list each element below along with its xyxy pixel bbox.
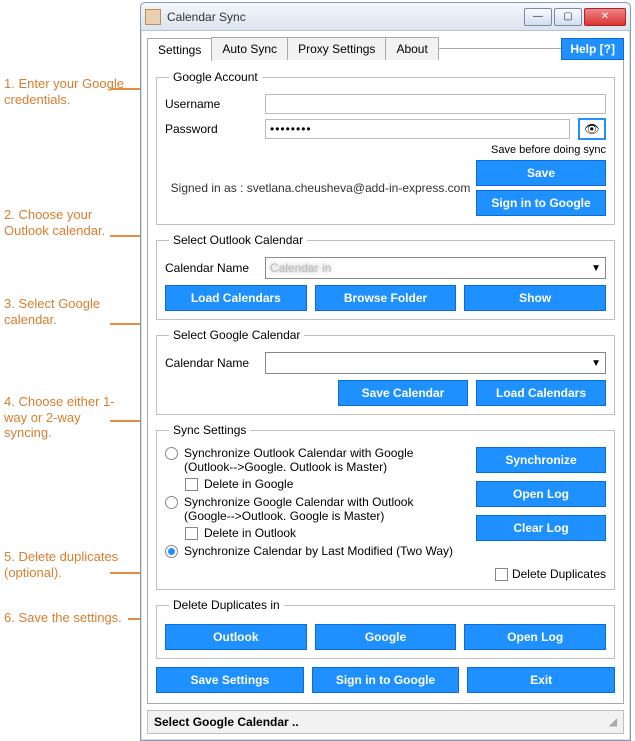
annotation-2: 2. Choose your Outlook calendar. bbox=[4, 207, 124, 238]
titlebar[interactable]: Calendar Sync — ▢ ✕ bbox=[141, 3, 630, 31]
username-input[interactable] bbox=[265, 94, 606, 114]
eye-icon: 👁 bbox=[584, 122, 599, 136]
checkbox-delete-duplicates[interactable] bbox=[495, 568, 508, 581]
chevron-down-icon: ▼ bbox=[591, 263, 601, 274]
outlook-legend: Select Outlook Calendar bbox=[169, 233, 307, 247]
annotation-6: 6. Save the settings. bbox=[4, 610, 124, 626]
radio-google-to-outlook-label: Synchronize Google Calendar with Outlook… bbox=[184, 495, 413, 523]
maximize-button[interactable]: ▢ bbox=[554, 8, 582, 26]
username-label: Username bbox=[165, 97, 257, 111]
google-account-legend: Google Account bbox=[169, 70, 262, 84]
tab-settings[interactable]: Settings bbox=[147, 38, 212, 61]
delete-duplicates-label: Delete Duplicates bbox=[512, 567, 606, 581]
gcal-legend: Select Google Calendar bbox=[169, 328, 304, 342]
delete-duplicates-group: Delete Duplicates in Outlook Google Open… bbox=[156, 598, 615, 659]
dup-open-log-button[interactable]: Open Log bbox=[464, 624, 606, 650]
radio-outlook-to-google[interactable] bbox=[165, 447, 178, 460]
browse-folder-button[interactable]: Browse Folder bbox=[315, 285, 457, 311]
annotation-1: 1. Enter your Google credentials. bbox=[4, 76, 124, 107]
delete-dup-outlook-button[interactable]: Outlook bbox=[165, 624, 307, 650]
radio-outlook-to-google-label: Synchronize Outlook Calendar with Google… bbox=[184, 446, 413, 474]
tab-about[interactable]: About bbox=[385, 37, 438, 60]
sync-legend: Sync Settings bbox=[169, 423, 250, 437]
annotation-5: 5. Delete duplicates (optional). bbox=[4, 549, 124, 580]
load-google-calendars-button[interactable]: Load Calendars bbox=[476, 380, 606, 406]
checkbox-delete-in-google[interactable] bbox=[185, 478, 198, 491]
password-label: Password bbox=[165, 122, 257, 136]
radio-two-way[interactable] bbox=[165, 545, 178, 558]
minimize-button[interactable]: — bbox=[524, 8, 552, 26]
synchronize-button[interactable]: Synchronize bbox=[476, 447, 606, 473]
chevron-down-icon: ▼ bbox=[591, 358, 601, 369]
save-before-sync-note: Save before doing sync bbox=[165, 144, 606, 156]
show-outlook-button[interactable]: Show bbox=[464, 285, 606, 311]
delete-dup-google-button[interactable]: Google bbox=[315, 624, 457, 650]
app-window: Calendar Sync — ▢ ✕ Settings Auto Sync P… bbox=[140, 2, 631, 741]
tab-proxy-settings[interactable]: Proxy Settings bbox=[287, 37, 386, 60]
checkbox-delete-in-outlook[interactable] bbox=[185, 527, 198, 540]
close-button[interactable]: ✕ bbox=[584, 8, 626, 26]
save-account-button[interactable]: Save bbox=[476, 160, 606, 186]
signin-google-button[interactable]: Sign in to Google bbox=[476, 190, 606, 216]
annotation-3: 3. Select Google calendar. bbox=[4, 296, 124, 327]
outlook-calendar-name-label: Calendar Name bbox=[165, 261, 257, 275]
save-settings-button[interactable]: Save Settings bbox=[156, 667, 304, 693]
dup-legend: Delete Duplicates in bbox=[169, 598, 284, 612]
window-title: Calendar Sync bbox=[167, 10, 524, 24]
delete-in-google-label: Delete in Google bbox=[204, 477, 293, 491]
status-bar: Select Google Calendar .. ◢ bbox=[147, 710, 624, 734]
annotation-4: 4. Choose either 1-way or 2-way syncing. bbox=[4, 394, 124, 441]
signed-in-text: Signed in as : svetlana.cheusheva@add-in… bbox=[165, 181, 476, 195]
tab-auto-sync[interactable]: Auto Sync bbox=[211, 37, 288, 60]
outlook-calendar-value: Calendar in bbox=[270, 261, 591, 275]
google-calendar-group: Select Google Calendar Calendar Name ▼ S… bbox=[156, 328, 615, 415]
radio-google-to-outlook[interactable] bbox=[165, 496, 178, 509]
delete-in-outlook-label: Delete in Outlook bbox=[204, 526, 296, 540]
google-account-group: Google Account Username Password 👁 Save … bbox=[156, 70, 615, 225]
save-google-calendar-button[interactable]: Save Calendar bbox=[338, 380, 468, 406]
resize-grip-icon[interactable]: ◢ bbox=[609, 717, 617, 728]
load-outlook-calendars-button[interactable]: Load Calendars bbox=[165, 285, 307, 311]
clear-log-button[interactable]: Clear Log bbox=[476, 515, 606, 541]
status-text: Select Google Calendar .. bbox=[154, 715, 299, 729]
reveal-password-button[interactable]: 👁 bbox=[578, 118, 606, 140]
open-log-button[interactable]: Open Log bbox=[476, 481, 606, 507]
outlook-calendar-group: Select Outlook Calendar Calendar Name Ca… bbox=[156, 233, 615, 320]
google-calendar-select[interactable]: ▼ bbox=[265, 352, 606, 374]
help-button[interactable]: Help [?] bbox=[561, 38, 624, 60]
exit-button[interactable]: Exit bbox=[467, 667, 615, 693]
password-input[interactable] bbox=[265, 119, 570, 139]
bottom-signin-google-button[interactable]: Sign in to Google bbox=[312, 667, 460, 693]
gcal-name-label: Calendar Name bbox=[165, 356, 257, 370]
sync-settings-group: Sync Settings Synchronize Outlook Calend… bbox=[156, 423, 615, 590]
radio-two-way-label: Synchronize Calendar by Last Modified (T… bbox=[184, 544, 453, 558]
outlook-calendar-select[interactable]: Calendar in ▼ bbox=[265, 257, 606, 279]
app-icon bbox=[145, 9, 161, 25]
